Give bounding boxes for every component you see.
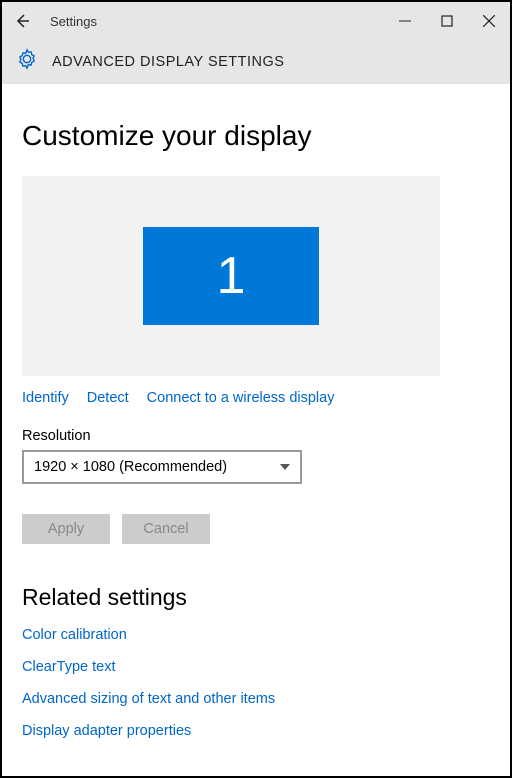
resolution-label: Resolution [22, 428, 490, 444]
titlebar-left: Settings [8, 7, 97, 35]
gear-icon [16, 48, 38, 75]
related-heading: Related settings [22, 584, 490, 611]
page-title: Customize your display [22, 120, 490, 152]
chevron-down-icon [280, 464, 290, 470]
cancel-button: Cancel [122, 514, 210, 544]
monitor-preview-area: 1 [22, 176, 440, 376]
button-row: Apply Cancel [22, 514, 490, 544]
cleartype-link[interactable]: ClearType text [22, 659, 490, 675]
maximize-button[interactable] [426, 2, 468, 40]
header-bar: ADVANCED DISPLAY SETTINGS [2, 40, 510, 84]
apply-button: Apply [22, 514, 110, 544]
back-button[interactable] [8, 7, 36, 35]
titlebar: Settings [2, 2, 510, 40]
monitor-1[interactable]: 1 [143, 227, 319, 325]
advanced-sizing-link[interactable]: Advanced sizing of text and other items [22, 691, 490, 707]
display-adapter-link[interactable]: Display adapter properties [22, 723, 490, 739]
monitor-number: 1 [217, 246, 246, 306]
related-links: Color calibration ClearType text Advance… [22, 627, 490, 739]
window-title: Settings [50, 14, 97, 29]
content: Customize your display 1 Identify Detect… [2, 84, 510, 739]
resolution-dropdown[interactable]: 1920 × 1080 (Recommended) [22, 450, 302, 484]
maximize-icon [441, 15, 453, 27]
close-button[interactable] [468, 2, 510, 40]
window-controls [384, 2, 510, 40]
connect-wireless-link[interactable]: Connect to a wireless display [147, 390, 335, 406]
minimize-button[interactable] [384, 2, 426, 40]
resolution-value: 1920 × 1080 (Recommended) [34, 459, 227, 475]
detect-link[interactable]: Detect [87, 390, 129, 406]
identify-link[interactable]: Identify [22, 390, 69, 406]
display-action-links: Identify Detect Connect to a wireless di… [22, 390, 490, 406]
close-icon [483, 15, 495, 27]
arrow-left-icon [13, 12, 31, 30]
minimize-icon [399, 15, 411, 27]
page-header: ADVANCED DISPLAY SETTINGS [52, 54, 284, 70]
color-calibration-link[interactable]: Color calibration [22, 627, 490, 643]
